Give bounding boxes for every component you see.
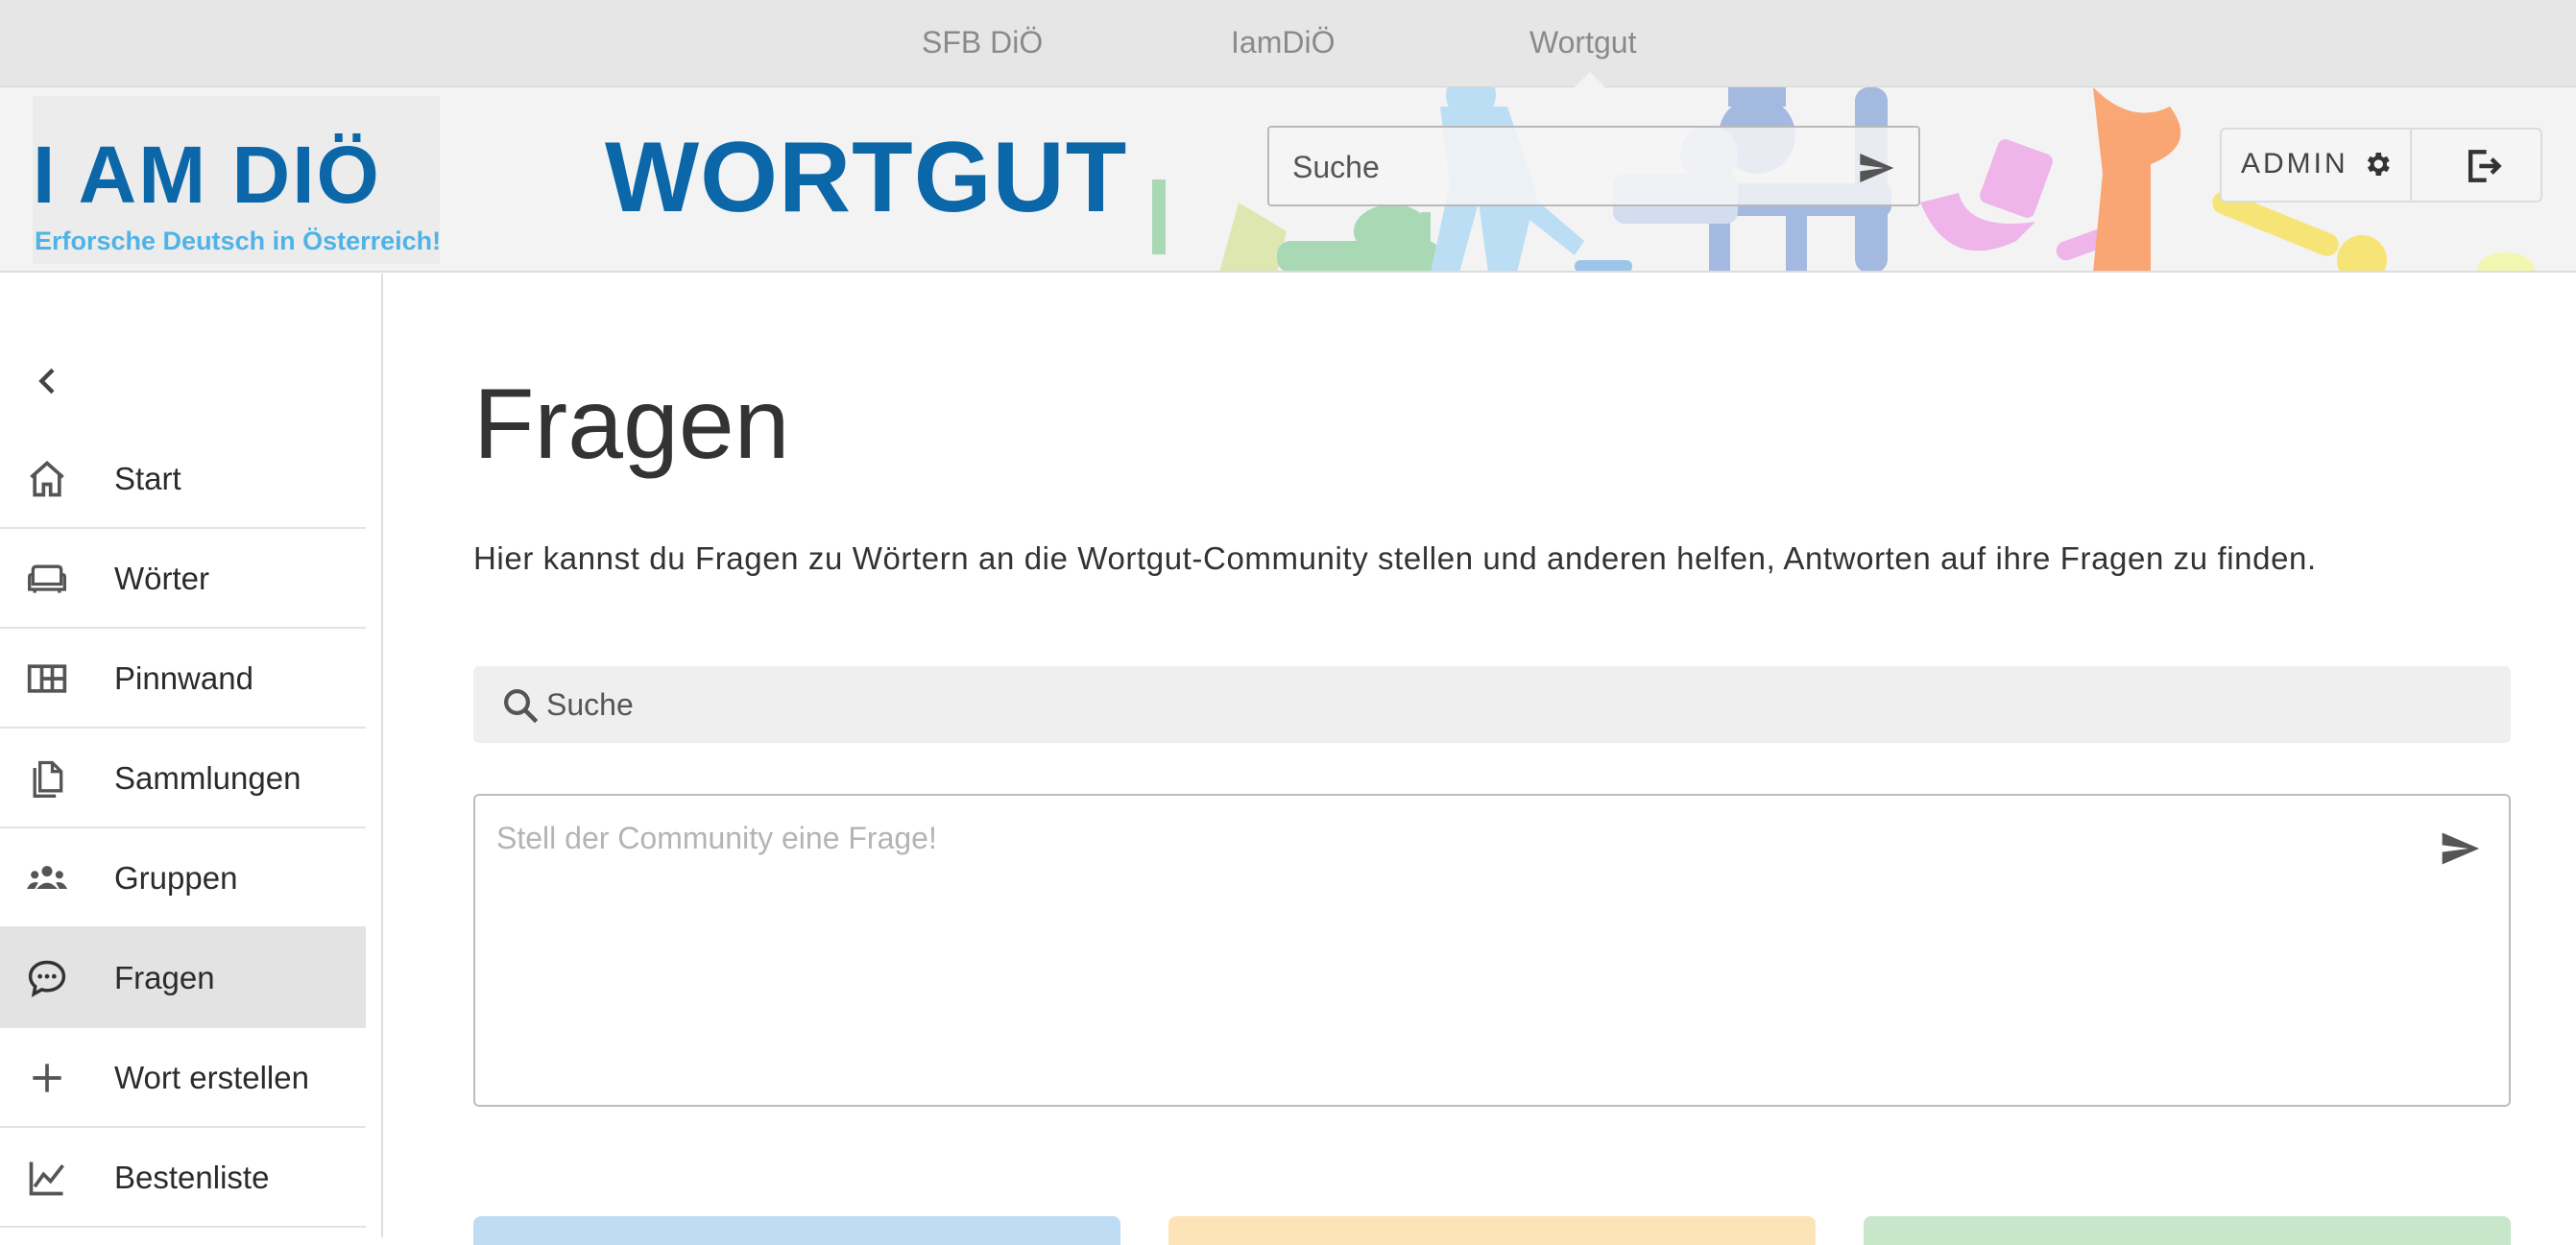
user-name: ADMIN [2241, 148, 2348, 180]
top-nav-wortgut[interactable]: Wortgut [1529, 25, 1636, 60]
sidebar-item-label: Bestenliste [114, 1160, 270, 1195]
user-menu-divider [2410, 130, 2412, 201]
documents-icon [33, 760, 63, 798]
sidebar: Start Wörter Pinnwand Sammlungen Gruppen… [0, 274, 383, 1237]
board-icon [27, 664, 67, 693]
chart-line-icon [29, 1161, 64, 1196]
sidebar-item-start[interactable]: Start [0, 429, 366, 529]
top-nav: SFB DiÖ IamDiÖ Wortgut [0, 0, 2576, 87]
sidebar-menu: Start Wörter Pinnwand Sammlungen Gruppen… [0, 429, 366, 1228]
sidebar-item-gruppen[interactable]: Gruppen [0, 828, 366, 928]
gear-icon [2367, 153, 2390, 176]
header: I AM DIÖ Erforsche Deutsch in Österreich… [0, 87, 2576, 273]
groups-icon [26, 866, 68, 889]
sidebar-item-label: Gruppen [114, 860, 238, 896]
question-search-box [473, 666, 2511, 743]
submit-question-send-icon[interactable] [2437, 827, 2483, 870]
chat-bubble-icon [28, 960, 66, 997]
top-nav-sfb-dioe[interactable]: SFB DiÖ [922, 25, 1043, 60]
logout-icon[interactable] [2462, 145, 2504, 187]
iamdioe-logo[interactable]: I AM DIÖ Erforsche Deutsch in Österreich… [33, 96, 442, 264]
tile-blue[interactable] [473, 1216, 1120, 1245]
question-search-input[interactable] [546, 678, 2467, 731]
sidebar-item-woerter[interactable]: Wörter [0, 529, 366, 629]
sidebar-item-fragen[interactable]: Fragen [0, 928, 366, 1028]
header-search-input[interactable] [1292, 139, 1830, 195]
question-category-tiles [473, 1216, 2511, 1245]
sidebar-item-label: Pinnwand [114, 660, 253, 696]
logo-wordmark: I AM DIÖ [33, 130, 381, 220]
logo-tagline: Erforsche Deutsch in Österreich! [35, 227, 442, 255]
search-icon [504, 689, 539, 724]
main-content: Fragen Hier kannst du Fragen zu Wörtern … [384, 274, 2576, 1245]
sidebar-item-wort-erstellen[interactable]: Wort erstellen [0, 1028, 366, 1128]
admin-settings-button[interactable]: ADMIN [2241, 148, 2393, 180]
ask-question-box [473, 794, 2511, 1107]
header-search-box [1267, 126, 1920, 206]
tile-orange[interactable] [1168, 1216, 1816, 1245]
home-icon [30, 461, 64, 497]
active-nav-caret [1575, 72, 1605, 87]
top-nav-iamdioe[interactable]: IamDiÖ [1231, 25, 1335, 60]
sidebar-item-label: Start [114, 461, 181, 496]
sofa-icon [28, 564, 66, 593]
sidebar-item-label: Wörter [114, 561, 209, 596]
plus-icon [33, 1064, 61, 1092]
page-title: Fragen [473, 369, 790, 480]
app-title: WORTGUT [605, 122, 1128, 233]
sidebar-item-sammlungen[interactable]: Sammlungen [0, 729, 366, 828]
sidebar-item-label: Fragen [114, 960, 215, 995]
page-description: Hier kannst du Fragen zu Wörtern an die … [473, 540, 2317, 576]
sidebar-item-pinnwand[interactable]: Pinnwand [0, 629, 366, 729]
collapse-sidebar-chevron-left-icon[interactable] [29, 362, 67, 400]
sidebar-item-bestenliste[interactable]: Bestenliste [0, 1128, 366, 1228]
tile-green[interactable] [1864, 1216, 2511, 1245]
ask-question-input[interactable] [496, 821, 2397, 1080]
send-icon[interactable] [1855, 149, 1897, 187]
user-menu: ADMIN [2220, 128, 2542, 203]
sidebar-item-label: Wort erstellen [114, 1060, 309, 1095]
sidebar-item-label: Sammlungen [114, 760, 301, 796]
